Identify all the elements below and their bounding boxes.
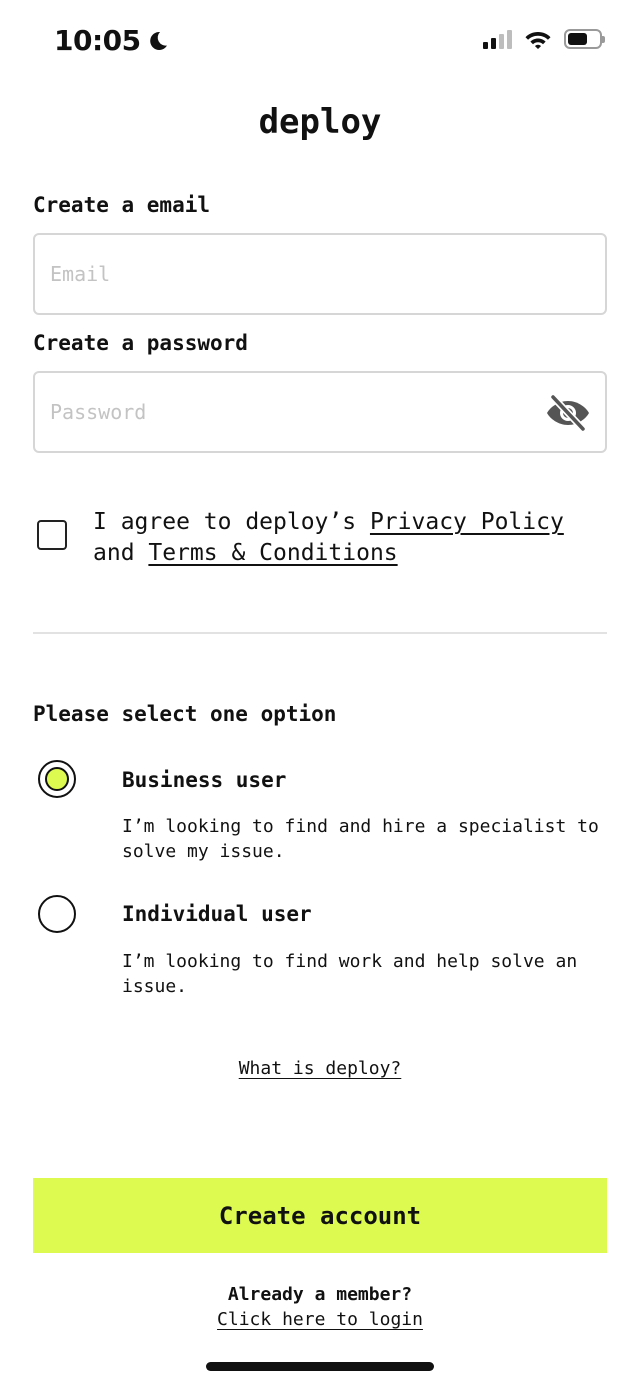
individual-user-title[interactable]: Individual user [122,902,312,926]
business-user-description: I’m looking to find and hire a specialis… [122,816,599,862]
status-time: 10:05 [54,24,169,57]
business-user-title[interactable]: Business user [122,768,286,792]
create-account-button[interactable]: Create account [33,1178,607,1253]
terms-conditions-link[interactable]: Terms & Conditions [148,540,397,566]
login-prompt: Already a member? Click here to login [0,1282,640,1332]
what-is-deploy-container: What is deploy? [0,1058,640,1079]
login-link[interactable]: Click here to login [217,1309,423,1330]
individual-user-description: I’m looking to find work and help solve … [122,951,578,997]
password-label: Create a password [33,331,248,355]
app-title: deploy [258,102,382,142]
status-icons [483,28,605,50]
divider [33,632,607,634]
moon-icon [149,31,167,50]
option-heading: Please select one option [33,702,337,726]
eye-slash-icon[interactable] [545,393,591,433]
home-indicator[interactable] [206,1362,434,1371]
email-input[interactable] [50,235,530,313]
battery-icon [564,29,605,49]
what-is-deploy-link[interactable]: What is deploy? [239,1058,402,1079]
member-question: Already a member? [227,1284,413,1305]
password-field-container [33,371,607,453]
email-field-container [33,233,607,315]
password-input[interactable] [50,373,530,451]
privacy-policy-link[interactable]: Privacy Policy [370,509,564,535]
business-user-radio[interactable] [38,760,76,798]
wifi-icon [525,32,551,49]
email-label: Create a email [33,193,211,217]
agree-checkbox[interactable] [37,520,67,550]
signal-icon [483,29,512,49]
individual-user-radio[interactable] [38,895,76,933]
agreement-text: I agree to deploy’s Privacy Policy and T… [93,509,564,566]
